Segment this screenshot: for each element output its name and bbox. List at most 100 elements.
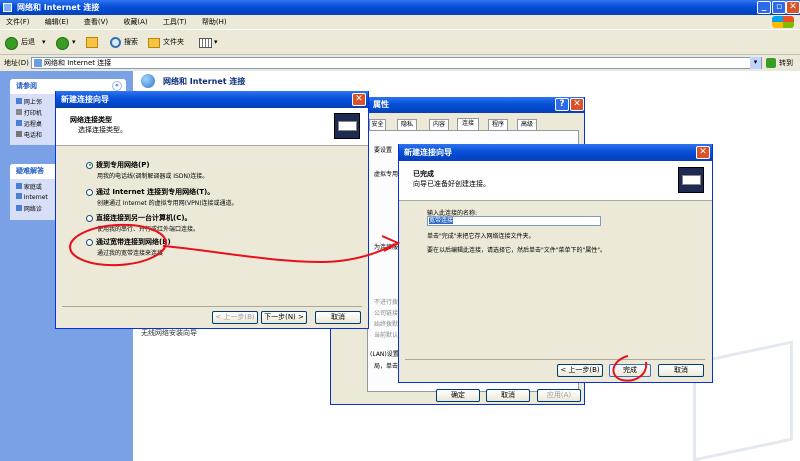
wizard2-button-separator	[405, 359, 705, 360]
tab-privacy[interactable]: 隐私	[397, 119, 417, 130]
wizard1-header: 网络连接类型 选择连接类型。	[56, 108, 368, 146]
wizard1-cancel-button[interactable]: 取消	[315, 311, 361, 324]
connection-option[interactable]: 直接连接到另一台计算机(C)。 使用我的串行、并行或红外端口连接。	[86, 213, 199, 233]
wizard2-title: 新建连接向导	[404, 148, 452, 157]
go-button[interactable]: 转到	[779, 55, 793, 71]
phone-icon	[16, 131, 22, 137]
restore-button[interactable]: ▫	[772, 1, 786, 14]
wizard2-finish-button[interactable]: 完成	[609, 364, 651, 377]
troubleshoot-item[interactable]: 网络诊	[16, 204, 42, 213]
wizard2-cancel-button[interactable]: 取消	[658, 364, 704, 377]
properties-cancel-button[interactable]: 取消	[486, 389, 530, 402]
radio-broadband[interactable]	[86, 238, 93, 246]
connection-option-selected[interactable]: 通过宽带连接到网络(B) 通过我的宽带连接来连接	[86, 237, 171, 257]
network-wizard-icon	[334, 113, 360, 139]
back-dropdown-icon[interactable]: ▾	[42, 30, 46, 55]
address-input[interactable]: 网络和 Internet 连接 ▾	[31, 57, 762, 69]
search-icon[interactable]	[110, 37, 121, 48]
folders-icon[interactable]	[148, 38, 160, 48]
wizard2-heading: 已完成	[413, 170, 434, 178]
help-icon	[16, 183, 22, 189]
connection-name-input[interactable]: 宽带连接	[427, 216, 601, 226]
go-arrow-icon[interactable]	[766, 58, 776, 68]
forward-icon[interactable]	[56, 37, 69, 50]
menu-file[interactable]: 文件(F)	[6, 18, 30, 26]
troubleshoot-item[interactable]: Internet	[16, 193, 48, 201]
radio-direct[interactable]	[86, 214, 93, 222]
wizard2-back-button[interactable]: < 上一步(B)	[557, 364, 603, 377]
wireless-wizard-link[interactable]: 无线网络安装向导	[141, 328, 197, 338]
setup-text-fragment: 要设置	[374, 147, 393, 154]
properties-title: 属性	[373, 100, 389, 109]
windows-logo-icon	[772, 16, 794, 28]
see-also-item[interactable]: 远程桌	[16, 119, 42, 128]
main-header: 网络和 Internet 连接	[163, 77, 246, 86]
connection-option[interactable]: 通过 Internet 连接到专用网络(T)。 创建通过 Internet 的虚…	[86, 187, 238, 207]
help-icon	[16, 193, 22, 199]
tab-connections[interactable]: 连接	[457, 118, 479, 130]
tab-content[interactable]: 内容	[429, 119, 449, 130]
finish-instruction: 单击"完成"来把它存入网络连接文件夹。	[427, 233, 535, 240]
vpn-text-fragment: 虚拟专用	[374, 171, 399, 178]
toolbar: 后退 ▾ ▾ 搜索 文件夹 ▾	[0, 29, 800, 55]
address-folder-icon	[34, 59, 42, 67]
wizard1-subheading: 选择连接类型。	[78, 126, 127, 134]
connection-option[interactable]: 拨到专用网络(P) 用我的电话线(调制解调器或 ISDN)连接。	[86, 160, 208, 180]
printer-icon	[16, 109, 22, 115]
address-value: 网络和 Internet 连接	[44, 59, 112, 67]
explorer-title: 网络和 Internet 连接	[17, 3, 100, 12]
menu-favorites[interactable]: 收藏(A)	[123, 18, 147, 26]
wizard1-button-separator	[62, 306, 362, 307]
network-icon	[16, 98, 22, 104]
wizard1-back-button[interactable]: < 上一步(B)	[212, 311, 258, 324]
properties-help-button[interactable]: ?	[555, 98, 569, 111]
tab-security[interactable]: 安全	[369, 119, 386, 130]
address-bar: 地址(D) 网络和 Internet 连接 ▾ 转到	[0, 55, 800, 71]
wizard2-titlebar: 新建连接向导 ✕	[399, 144, 712, 161]
back-icon[interactable]	[5, 37, 18, 50]
folders-button[interactable]: 文件夹	[163, 30, 184, 55]
window-icon	[3, 3, 12, 12]
menu-view[interactable]: 查看(V)	[84, 18, 108, 26]
tab-programs[interactable]: 程序	[488, 119, 508, 130]
dial-option-never[interactable]: 不进行拨	[374, 297, 398, 306]
up-folder-icon[interactable]	[86, 37, 98, 48]
radio-dialup[interactable]	[86, 161, 93, 169]
search-button[interactable]: 搜索	[124, 30, 138, 55]
see-also-item[interactable]: 电话和	[16, 130, 42, 139]
address-dropdown-icon[interactable]: ▾	[750, 57, 761, 69]
wizard1-next-button[interactable]: 下一步(N) >	[261, 311, 307, 324]
address-label: 地址(D)	[4, 59, 29, 67]
wizard2-close-button[interactable]: ✕	[696, 146, 710, 159]
menu-help[interactable]: 帮助(H)	[202, 18, 227, 26]
network-wizard-icon	[678, 167, 704, 193]
properties-ok-button[interactable]: 确定	[436, 389, 480, 402]
radio-vpn[interactable]	[86, 188, 93, 196]
proxy-text-fragment: 为连接服	[374, 244, 399, 251]
properties-close-button[interactable]: ✕	[570, 98, 584, 111]
edit-instruction: 要在以后编辑此连接，请选择它，然后单击"文件"菜单下的"属性"。	[427, 247, 607, 254]
wizard2-subheading: 向导已准备好创建连接。	[413, 180, 490, 188]
remote-desktop-icon	[16, 120, 22, 126]
troubleshoot-item[interactable]: 家庭或	[16, 182, 42, 191]
menu-tools[interactable]: 工具(T)	[163, 18, 187, 26]
see-also-item[interactable]: 网上邻	[16, 97, 42, 106]
menu-edit[interactable]: 编辑(E)	[45, 18, 69, 26]
see-also-item[interactable]: 打印机	[16, 108, 42, 117]
connection-name-value: 宽带连接	[429, 217, 454, 224]
dial-option-network[interactable]: 公司链接	[374, 308, 398, 317]
back-button[interactable]: 后退	[21, 30, 35, 55]
close-button[interactable]: ✕	[786, 1, 800, 14]
views-dropdown-icon[interactable]: ▾	[214, 30, 218, 55]
wizard2-header: 已完成 向导已准备好创建连接。	[399, 161, 712, 201]
minimize-button[interactable]: _	[757, 1, 771, 14]
collapse-icon[interactable]: «	[112, 81, 122, 91]
views-icon[interactable]	[199, 38, 212, 48]
tab-advanced[interactable]: 高级	[517, 119, 537, 130]
lan-settings-text: (LAN)设置	[370, 351, 399, 358]
forward-dropdown-icon[interactable]: ▾	[72, 30, 76, 55]
wizard1-heading: 网络连接类型	[70, 116, 112, 124]
properties-apply-button[interactable]: 应用(A)	[537, 389, 581, 402]
wizard-completed: 新建连接向导 ✕ 已完成 向导已准备好创建连接。 输入此连接的名称: 宽带连接 …	[398, 144, 713, 383]
wizard1-close-button[interactable]: ✕	[352, 93, 366, 106]
